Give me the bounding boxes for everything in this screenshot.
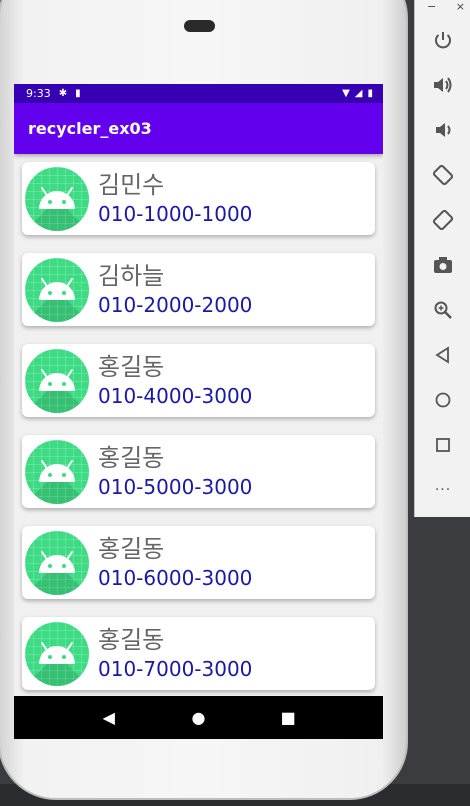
contact-card[interactable]: 김민수 010-1000-1000 bbox=[22, 162, 375, 235]
zoom-icon bbox=[434, 301, 452, 319]
settings-notification-icon: ✱ bbox=[58, 88, 68, 99]
more-icon: ··· bbox=[434, 482, 452, 498]
contact-name: 홍길동 bbox=[98, 625, 165, 654]
nav-home-button[interactable]: ● bbox=[183, 708, 213, 727]
back-button[interactable] bbox=[415, 337, 470, 373]
device-screen: 9:33 ✱ ▮ ▼ ◢ ▮ recycler_ex03 김민수 010-100… bbox=[14, 84, 383, 739]
contact-phone: 010-2000-2000 bbox=[98, 292, 253, 317]
contact-card[interactable]: 홍길동 010-7000-3000 bbox=[22, 617, 375, 690]
contact-name: 홍길동 bbox=[98, 534, 165, 563]
rotate-left-icon bbox=[432, 164, 454, 186]
emulator-window: 9:33 ✱ ▮ ▼ ◢ ▮ recycler_ex03 김민수 010-100… bbox=[0, 0, 470, 806]
more-button[interactable]: ··· bbox=[415, 472, 470, 508]
close-button[interactable]: × bbox=[456, 0, 465, 14]
zoom-button[interactable] bbox=[415, 292, 470, 328]
emulator-toolbar: − × ··· bbox=[414, 0, 470, 517]
volume-up-icon bbox=[434, 77, 452, 93]
android-avatar-icon bbox=[25, 621, 89, 686]
android-avatar-icon bbox=[25, 166, 89, 231]
contact-card[interactable]: 김하늘 010-2000-2000 bbox=[22, 253, 375, 326]
contact-phone: 010-5000-3000 bbox=[98, 474, 253, 499]
status-time: 9:33 bbox=[26, 87, 51, 100]
contact-list[interactable]: 김민수 010-1000-1000 김하늘 010-2000-2000 홍길동 … bbox=[14, 154, 383, 696]
proximity-sensor bbox=[184, 20, 215, 32]
volume-up-button[interactable] bbox=[415, 67, 470, 103]
power-icon bbox=[435, 32, 451, 49]
overview-button[interactable] bbox=[415, 427, 470, 463]
signal-icon: ◢ bbox=[354, 88, 363, 99]
contact-phone: 010-4000-3000 bbox=[98, 383, 253, 408]
volume-down-icon bbox=[436, 123, 451, 137]
contact-phone: 010-1000-1000 bbox=[98, 201, 253, 226]
app-bar: recycler_ex03 bbox=[14, 103, 383, 154]
android-avatar-icon bbox=[25, 348, 89, 413]
contact-phone: 010-6000-3000 bbox=[98, 565, 253, 590]
home-button[interactable] bbox=[415, 382, 470, 418]
status-bar: 9:33 ✱ ▮ ▼ ◢ ▮ bbox=[14, 84, 383, 103]
power-button[interactable] bbox=[415, 22, 470, 58]
contact-card[interactable]: 홍길동 010-4000-3000 bbox=[22, 344, 375, 417]
contact-name: 김민수 bbox=[98, 170, 165, 199]
home-icon bbox=[435, 392, 451, 408]
rotate-right-icon bbox=[432, 209, 454, 231]
camera-icon bbox=[434, 257, 452, 273]
rotate-right-button[interactable] bbox=[415, 202, 470, 238]
overview-icon bbox=[436, 438, 450, 452]
contact-name: 홍길동 bbox=[98, 443, 165, 472]
contact-card[interactable]: 홍길동 010-6000-3000 bbox=[22, 526, 375, 599]
wifi-icon: ▼ bbox=[342, 88, 350, 99]
minimize-button[interactable]: − bbox=[427, 0, 436, 14]
volume-down-button[interactable] bbox=[415, 112, 470, 148]
contact-name: 김하늘 bbox=[98, 261, 165, 290]
contact-name: 홍길동 bbox=[98, 352, 165, 381]
back-icon bbox=[435, 346, 449, 364]
contact-card[interactable]: 홍길동 010-5000-3000 bbox=[22, 435, 375, 508]
nav-back-button[interactable]: ◀ bbox=[94, 708, 124, 727]
rotate-left-button[interactable] bbox=[415, 157, 470, 193]
sd-card-icon: ▮ bbox=[75, 88, 81, 99]
android-avatar-icon bbox=[25, 439, 89, 504]
nav-recents-button[interactable]: ■ bbox=[273, 708, 303, 727]
android-avatar-icon bbox=[25, 257, 89, 322]
contact-phone: 010-7000-3000 bbox=[98, 656, 253, 681]
battery-icon: ▮ bbox=[367, 88, 373, 99]
app-title: recycler_ex03 bbox=[28, 119, 152, 138]
navigation-bar: ◀ ● ■ bbox=[14, 696, 383, 739]
screenshot-button[interactable] bbox=[415, 247, 470, 283]
android-avatar-icon bbox=[25, 530, 89, 595]
